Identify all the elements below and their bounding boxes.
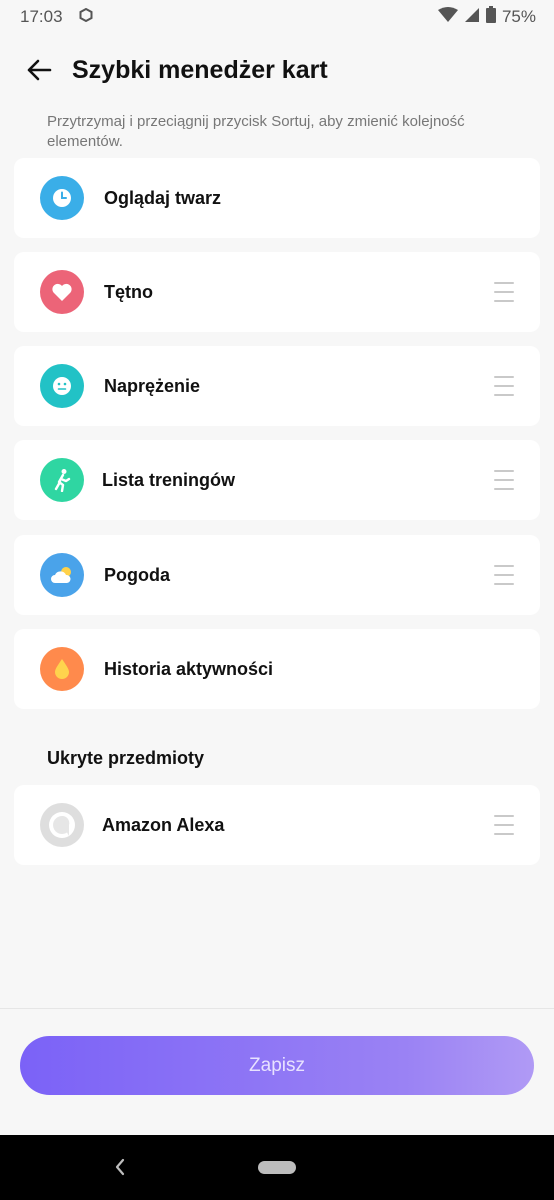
page-title: Szybki menedżer kart xyxy=(72,55,328,84)
status-bar: 17:03 75% xyxy=(0,0,554,34)
running-icon xyxy=(40,458,84,502)
card-weather[interactable]: Pogoda xyxy=(14,535,540,615)
heart-icon xyxy=(40,270,84,314)
card-amazon-alexa[interactable]: Amazon Alexa xyxy=(14,785,540,865)
arrow-left-icon xyxy=(27,59,52,81)
system-nav-bar xyxy=(0,1135,554,1200)
drop-icon xyxy=(40,647,84,691)
card-watch-face[interactable]: Oglądaj twarz xyxy=(14,158,540,238)
alexa-icon xyxy=(40,803,84,847)
face-icon xyxy=(40,364,84,408)
drag-handle-icon[interactable] xyxy=(494,282,514,302)
battery-percent: 75% xyxy=(501,7,536,26)
drag-handle-icon[interactable] xyxy=(494,565,514,585)
signal-icon xyxy=(464,7,480,28)
drag-handle-icon[interactable] xyxy=(494,376,514,396)
card-workout-list[interactable]: Lista treningów xyxy=(14,440,540,520)
cloud-sun-icon xyxy=(40,553,84,597)
wifi-icon xyxy=(437,6,458,28)
drag-handle-icon[interactable] xyxy=(494,470,514,490)
back-button[interactable] xyxy=(24,55,54,85)
battery-icon xyxy=(485,6,496,28)
card-activity-history[interactable]: Historia aktywności xyxy=(14,629,540,709)
reorder-hint: Przytrzymaj i przeciągnij przycisk Sortu… xyxy=(47,113,465,150)
card-label: Historia aktywności xyxy=(104,658,274,679)
card-label: Tętno xyxy=(104,281,153,302)
card-label: Naprężenie xyxy=(104,375,201,396)
hidden-section-title: Ukryte przedmioty xyxy=(47,748,205,768)
clock-icon xyxy=(40,176,84,220)
status-time: 17:03 xyxy=(20,7,63,26)
card-label: Lista treningów xyxy=(102,469,236,490)
card-label: Pogoda xyxy=(104,564,170,585)
card-label: Oglądaj twarz xyxy=(104,187,222,208)
save-button[interactable]: Zapisz xyxy=(20,1036,534,1095)
drag-handle-icon[interactable] xyxy=(494,815,514,835)
nav-back-icon[interactable] xyxy=(112,1157,128,1177)
nav-home-pill[interactable] xyxy=(258,1161,296,1174)
app-header: Szybki menedżer kart xyxy=(0,44,554,96)
card-stress[interactable]: Naprężenie xyxy=(14,346,540,426)
card-heart-rate[interactable]: Tętno xyxy=(14,252,540,332)
notification-icon xyxy=(79,7,93,27)
card-label: Amazon Alexa xyxy=(102,814,225,835)
